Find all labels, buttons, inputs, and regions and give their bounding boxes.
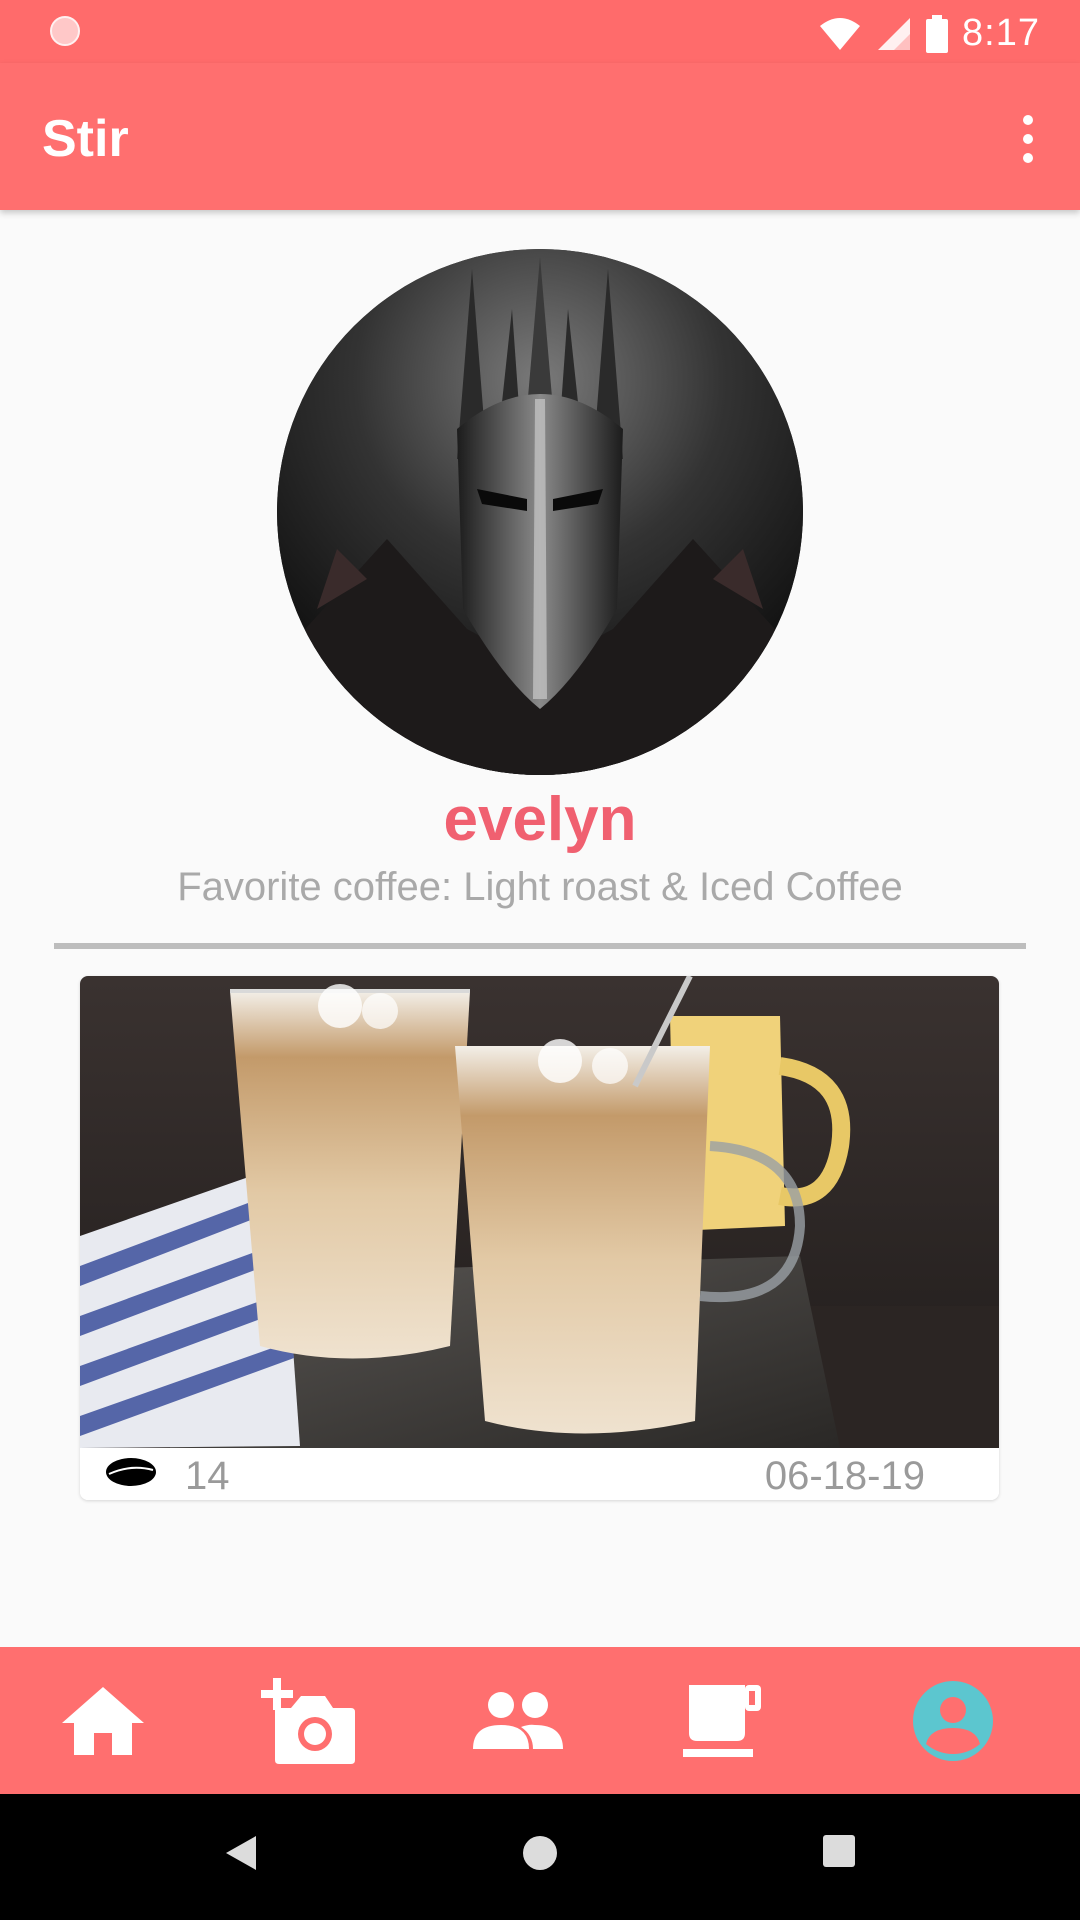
home-button-icon[interactable] [521, 1834, 559, 1872]
people-icon [473, 1691, 563, 1749]
post-card[interactable]: 14 06-18-19 [80, 976, 999, 1500]
battery-icon [926, 14, 949, 53]
post-footer: 14 06-18-19 [80, 1448, 999, 1500]
overflow-menu-icon[interactable] [1016, 115, 1040, 163]
home-icon [62, 1686, 144, 1755]
avatar[interactable] [277, 249, 803, 775]
signal-icon [878, 17, 911, 50]
back-icon[interactable] [224, 1834, 258, 1872]
coffee-cup-icon [683, 1684, 761, 1757]
helmet-avatar-image [277, 249, 803, 775]
status-time: 8:17 [962, 12, 1040, 54]
nav-coffee[interactable] [648, 1647, 798, 1794]
favorite-coffee-text: Favorite coffee: Light roast & Iced Coff… [177, 865, 903, 909]
post-image[interactable] [80, 976, 999, 1448]
post-date: 06-18-19 [764, 1454, 925, 1498]
nav-friends[interactable] [442, 1647, 592, 1794]
recents-icon[interactable] [822, 1834, 856, 1868]
add-photo-icon [261, 1677, 355, 1764]
profile-icon [913, 1680, 993, 1761]
wifi-icon [820, 17, 861, 50]
status-bar: 8:17 [0, 0, 1080, 63]
bottom-nav [0, 1647, 1080, 1794]
nav-profile[interactable] [878, 1647, 1028, 1794]
username: evelyn [443, 785, 637, 854]
notification-icon [50, 16, 80, 46]
coffee-bean-icon[interactable] [105, 1456, 157, 1488]
like-count: 14 [185, 1454, 230, 1498]
nav-add-photo[interactable] [234, 1647, 384, 1794]
divider [54, 943, 1026, 949]
nav-home[interactable] [28, 1647, 178, 1794]
system-nav-bar [0, 1794, 1080, 1920]
app-bar: Stir [0, 63, 1080, 210]
app-title: Stir [42, 110, 129, 168]
